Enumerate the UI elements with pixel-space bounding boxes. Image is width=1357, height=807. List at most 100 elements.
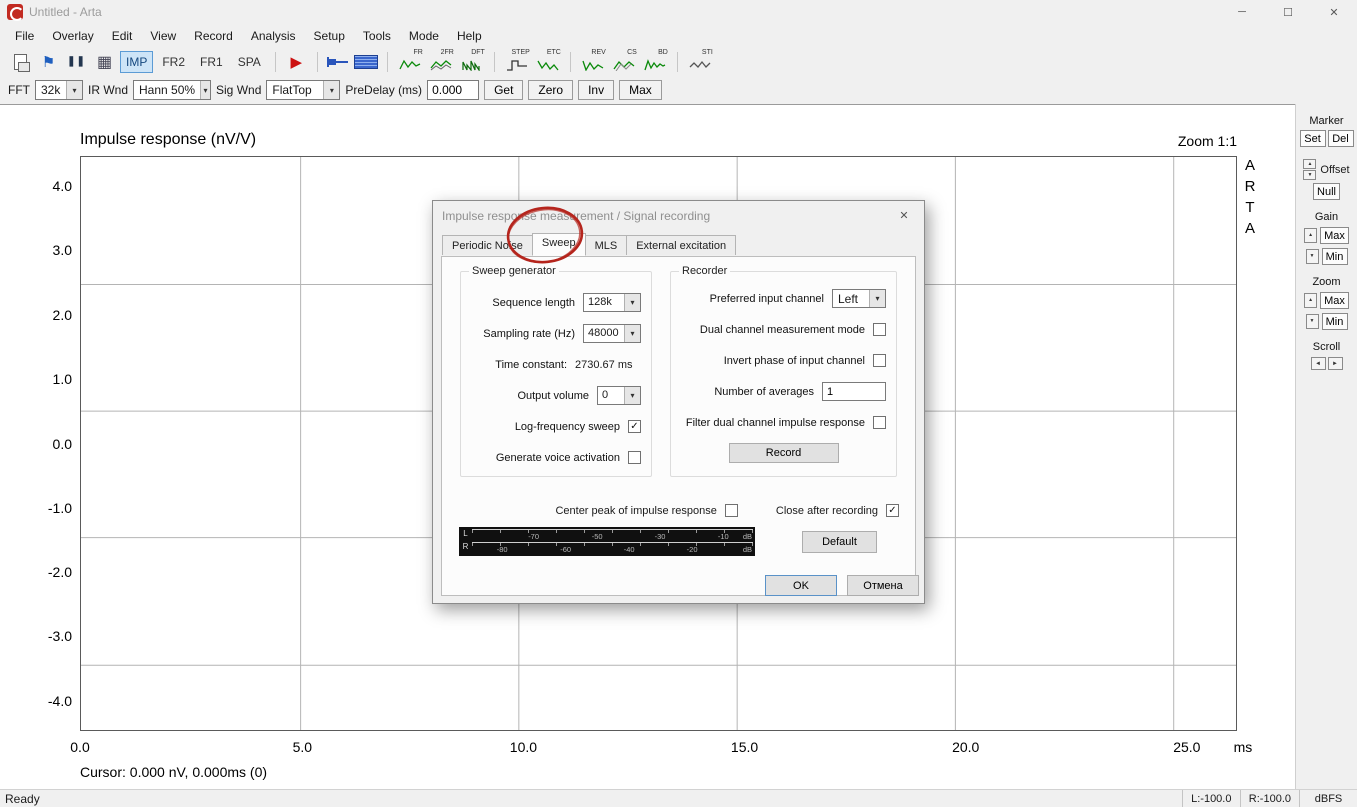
cs-analysis-icon[interactable]: CS [610, 49, 638, 74]
plug-glyph [327, 56, 349, 67]
y-tick: 2.0 [52, 306, 72, 323]
sampling-rate-select[interactable]: 48000 ▾ [583, 324, 641, 343]
mode-spa-button[interactable]: SPA [232, 51, 267, 73]
sti-analysis-icon[interactable]: STI [686, 49, 714, 74]
menu-file[interactable]: File [6, 26, 43, 46]
input-channel-select[interactable]: Left ▾ [832, 289, 886, 308]
x-tick: 5.0 [292, 739, 313, 755]
dual-channel-checkbox[interactable] [873, 323, 886, 336]
mode-fr2-button[interactable]: FR2 [156, 51, 191, 73]
log-sweep-label: Log-frequency sweep [514, 420, 620, 433]
max-button[interactable]: Max [619, 80, 662, 100]
zoom-up-button[interactable]: ▲ [1304, 293, 1318, 308]
marker-del-button[interactable]: Del [1327, 130, 1354, 147]
gain-down-button[interactable]: ▼ [1305, 249, 1319, 264]
overlay-flag-icon[interactable]: ⚑ [36, 50, 61, 74]
close-button[interactable]: ✕ [1311, 0, 1357, 24]
cancel-button[interactable]: Отмена [847, 575, 919, 596]
menu-setup[interactable]: Setup [305, 26, 354, 46]
scroll-left-button[interactable]: ◄ [1310, 357, 1326, 370]
get-button[interactable]: Get [484, 80, 524, 100]
averages-input[interactable] [822, 382, 886, 401]
log-sweep-checkbox[interactable]: ✓ [628, 420, 641, 433]
offset-down-button[interactable]: ▼ [1303, 170, 1317, 180]
chevron-down-icon: ▾ [200, 81, 211, 99]
new-document-icon[interactable] [8, 50, 33, 74]
right-level: R:-100.0 [1239, 790, 1299, 807]
menu-analysis[interactable]: Analysis [242, 26, 305, 46]
2fr-analysis-icon[interactable]: 2FR [427, 49, 455, 74]
averages-label: Number of averages [714, 385, 814, 398]
menu-help[interactable]: Help [448, 26, 491, 46]
close-after-checkbox[interactable]: ✓ [886, 504, 899, 517]
tab-sweep[interactable]: Sweep [531, 233, 586, 256]
minimize-button[interactable]: ─ [1219, 0, 1265, 24]
scroll-right-button[interactable]: ► [1327, 357, 1343, 370]
menu-edit[interactable]: Edit [103, 26, 142, 46]
output-volume-select[interactable]: 0 ▾ [597, 386, 641, 405]
y-tick: -2.0 [47, 564, 72, 581]
record-play-icon[interactable]: ▶ [284, 50, 309, 74]
pause-icon[interactable]: ❚❚ [64, 50, 89, 74]
menu-overlay[interactable]: Overlay [43, 26, 102, 46]
menu-view[interactable]: View [141, 26, 185, 46]
gain-up-button[interactable]: ▲ [1304, 228, 1318, 243]
gain-min-button[interactable]: Min [1321, 248, 1348, 265]
sequence-length-label: Sequence length [492, 296, 575, 309]
ok-button[interactable]: OK [765, 575, 837, 596]
menubar: File Overlay Edit View Record Analysis S… [0, 24, 1357, 47]
center-peak-checkbox[interactable] [724, 504, 738, 517]
fr-analysis-icon[interactable]: FR [396, 49, 424, 74]
sequence-length-select[interactable]: 128k ▾ [583, 293, 641, 312]
marker-set-button[interactable]: Set [1299, 130, 1326, 147]
signal-view-icon[interactable] [354, 50, 379, 74]
voice-activation-checkbox[interactable] [628, 451, 641, 464]
zoom-down-button[interactable]: ▼ [1305, 314, 1319, 329]
sig-window-select[interactable]: FlatTop ▾ [266, 80, 341, 100]
gain-max-button[interactable]: Max [1320, 227, 1349, 244]
rev-analysis-icon[interactable]: REV [579, 49, 607, 74]
tab-mls[interactable]: MLS [584, 235, 628, 255]
ir-window-select[interactable]: Hann 50% ▾ [133, 80, 212, 100]
recorder-group: Recorder Preferred input channel Left ▾ D… [670, 265, 897, 477]
offset-up-button[interactable]: ▲ [1303, 159, 1317, 169]
y-tick: 3.0 [52, 242, 72, 259]
mode-fr1-button[interactable]: FR1 [194, 51, 229, 73]
right-control-panel: Marker Set Del ▲ ▼ Offset Null Gain ▲ Ma… [1295, 104, 1357, 789]
offset-null-button[interactable]: Null [1313, 183, 1340, 200]
zero-button[interactable]: Zero [528, 80, 574, 100]
sampling-rate-label: Sampling rate (Hz) [483, 327, 575, 340]
input-channel-label: Preferred input channel [709, 292, 824, 305]
menu-record[interactable]: Record [185, 26, 242, 46]
ir-wnd-label: IR Wnd [88, 83, 129, 97]
invert-phase-checkbox[interactable] [873, 354, 886, 367]
toolbar-separator [386, 51, 388, 72]
menu-tools[interactable]: Tools [354, 26, 400, 46]
fft-size-select[interactable]: 32k ▾ [35, 80, 83, 100]
maximize-button[interactable]: ☐ [1265, 0, 1311, 24]
data-table-icon[interactable]: ▦ [92, 50, 117, 74]
signal-generator-icon[interactable] [326, 50, 351, 74]
predelay-input[interactable] [427, 80, 480, 100]
sweep-generator-group: Sweep generator Sequence length 128k ▾ Sa… [460, 265, 652, 477]
zoom-min-button[interactable]: Min [1321, 313, 1348, 330]
dft-analysis-icon[interactable]: DFT [458, 49, 486, 74]
filter-dual-label: Filter dual channel impulse response [685, 416, 865, 429]
mode-imp-button[interactable]: IMP [120, 50, 154, 73]
status-bar: Ready L:-100.0 R:-100.0 dBFS [0, 789, 1357, 807]
sweep-tab-panel: Sweep generator Sequence length 128k ▾ Sa… [441, 256, 919, 596]
inv-button[interactable]: Inv [578, 80, 615, 100]
tab-periodic-noise[interactable]: Periodic Noise [442, 235, 533, 255]
menu-mode[interactable]: Mode [400, 26, 448, 46]
measurement-controls-bar: FFT 32k ▾ IR Wnd Hann 50% ▾ Sig Wnd FlatTo… [0, 76, 1357, 104]
bd-analysis-icon[interactable]: BD [641, 49, 669, 74]
dialog-close-button[interactable]: ✕ [884, 201, 924, 230]
record-button[interactable]: Record [728, 443, 839, 463]
step-analysis-icon[interactable]: STEP [503, 49, 531, 74]
default-button[interactable]: Default [802, 531, 877, 553]
zoom-max-button[interactable]: Max [1320, 292, 1349, 309]
tab-external-excitation[interactable]: External excitation [626, 235, 737, 255]
filter-dual-checkbox[interactable] [873, 416, 886, 429]
etc-analysis-icon[interactable]: ETC [534, 49, 562, 74]
chevron-down-icon: ▾ [624, 325, 640, 342]
